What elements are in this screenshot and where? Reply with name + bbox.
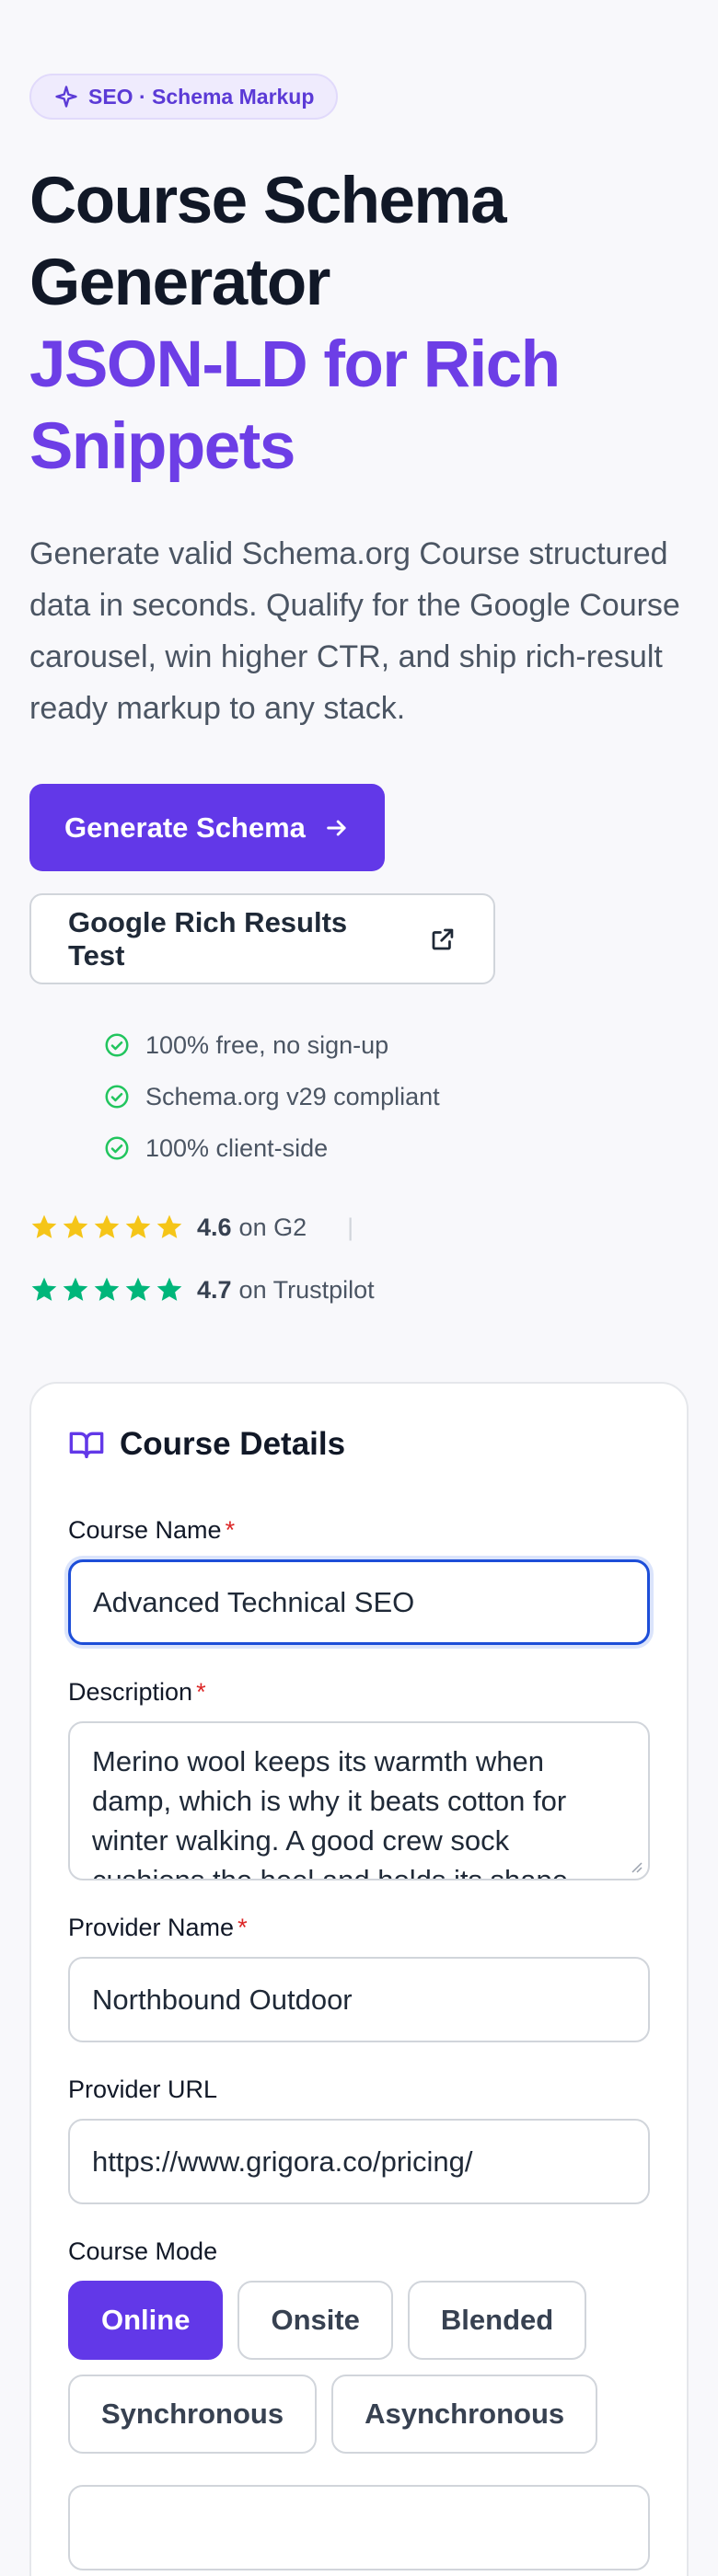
course-mode-options: Online Onsite Blended Synchronous Asynch… (68, 2281, 657, 2454)
next-field-input[interactable] (68, 2485, 650, 2570)
checklist-text: 100% client-side (145, 1133, 329, 1162)
star-icon (31, 1214, 57, 1238)
star-icon (94, 1214, 120, 1238)
rating-separator: | (347, 1213, 354, 1241)
course-mode-field: Course Mode Online Onsite Blended Synchr… (68, 2237, 650, 2454)
description-textarea[interactable]: Merino wool keeps its warmth when damp, … (68, 1721, 650, 1880)
provider-url-input[interactable]: https://www.grigora.co/pricing/ (68, 2119, 650, 2204)
description-label: Description * (68, 1678, 650, 1707)
provider-name-label: Provider Name * (68, 1914, 650, 1942)
mode-option-online[interactable]: Online (68, 2281, 224, 2360)
g2-rating: 4.6 on G2 | (29, 1213, 689, 1242)
required-marker: * (225, 1516, 236, 1544)
course-name-input[interactable]: Advanced Technical SEO (68, 1559, 650, 1645)
provider-url-field: Provider URL https://www.grigora.co/pric… (68, 2076, 650, 2204)
rich-results-test-button[interactable]: Google Rich Results Test (29, 893, 495, 984)
star-icon (63, 1214, 88, 1238)
checklist-item: Schema.org v29 compliant (103, 1071, 689, 1122)
book-open-icon (69, 1432, 104, 1458)
category-badge: SEO · Schema Markup (29, 74, 339, 120)
page-title: Course Schema Generator JSON-LD for Rich… (29, 160, 689, 488)
mode-option-asynchronous[interactable]: Asynchronous (331, 2375, 598, 2454)
title-accent-line-1: JSON-LD for Rich (29, 328, 561, 401)
check-circle-icon (105, 1033, 129, 1057)
page: SEO · Schema Markup Course Schema Genera… (0, 0, 718, 2576)
card-title-text: Course Details (120, 1426, 346, 1462)
title-line-1: Course Schema (29, 165, 507, 237)
mode-option-synchronous[interactable]: Synchronous (68, 2375, 318, 2454)
star-icon (156, 1277, 182, 1301)
star-icon (63, 1277, 88, 1301)
star-icon (125, 1214, 151, 1238)
course-details-card: Course Details Course Name * Advanced Tec… (29, 1382, 689, 2576)
description-label-text: Description (68, 1678, 193, 1706)
card-title: Course Details (68, 1426, 650, 1463)
star-icon (94, 1277, 120, 1301)
required-marker: * (196, 1678, 206, 1706)
g2-source: on G2 (238, 1213, 307, 1241)
required-marker: * (237, 1914, 248, 1941)
mode-option-blended[interactable]: Blended (407, 2281, 587, 2360)
provider-name-input[interactable]: Northbound Outdoor (68, 1957, 650, 2042)
provider-url-label: Provider URL (68, 2076, 218, 2103)
star-icon (31, 1277, 57, 1301)
title-accent-line-2: Snippets (29, 410, 295, 483)
generate-schema-label: Generate Schema (64, 811, 306, 844)
trustpilot-source: on Trustpilot (238, 1275, 375, 1304)
g2-stars (29, 1213, 184, 1242)
provider-url-value: https://www.grigora.co/pricing/ (92, 2145, 473, 2178)
provider-name-value: Northbound Outdoor (92, 1983, 353, 2016)
resize-handle-icon[interactable] (628, 1858, 643, 1873)
checklist-text: Schema.org v29 compliant (145, 1082, 440, 1110)
external-link-icon (432, 928, 454, 949)
title-line-2: Generator (29, 247, 330, 319)
generate-schema-button[interactable]: Generate Schema (29, 784, 385, 871)
check-circle-icon (105, 1085, 129, 1109)
star-icon (156, 1214, 182, 1238)
description-field: Description * Merino wool keeps its warmt… (68, 1678, 650, 1880)
course-name-label: Course Name * (68, 1516, 650, 1545)
checklist-item: 100% free, no sign-up (103, 1019, 689, 1071)
trustpilot-rating: 4.7 on Trustpilot (29, 1275, 689, 1305)
trustpilot-stars (29, 1275, 184, 1305)
trustpilot-score: 4.7 (197, 1275, 232, 1304)
feature-checklist: 100% free, no sign-up Schema.org v29 com… (29, 1019, 689, 1174)
mode-option-onsite[interactable]: Onsite (237, 2281, 393, 2360)
course-name-value: Advanced Technical SEO (93, 1585, 415, 1618)
g2-score: 4.6 (197, 1213, 232, 1241)
provider-name-label-text: Provider Name (68, 1914, 235, 1941)
star-icon (125, 1277, 151, 1301)
course-name-field: Course Name * Advanced Technical SEO (68, 1516, 650, 1645)
checklist-item: 100% client-side (103, 1122, 689, 1174)
course-name-label-text: Course Name (68, 1516, 222, 1544)
description-value: Merino wool keeps its warmth when damp, … (92, 1745, 576, 1880)
hero-description: Generate valid Schema.org Course structu… (29, 536, 680, 726)
provider-name-field: Provider Name * Northbound Outdoor (68, 1914, 650, 2042)
rich-results-test-label: Google Rich Results Test (68, 905, 348, 972)
badge-label: SEO · Schema Markup (88, 84, 315, 109)
check-circle-icon (105, 1136, 129, 1160)
course-mode-label: Course Mode (68, 2237, 218, 2265)
sparkle-icon (55, 86, 77, 108)
checklist-text: 100% free, no sign-up (145, 1030, 389, 1059)
arrow-right-icon (327, 820, 346, 835)
